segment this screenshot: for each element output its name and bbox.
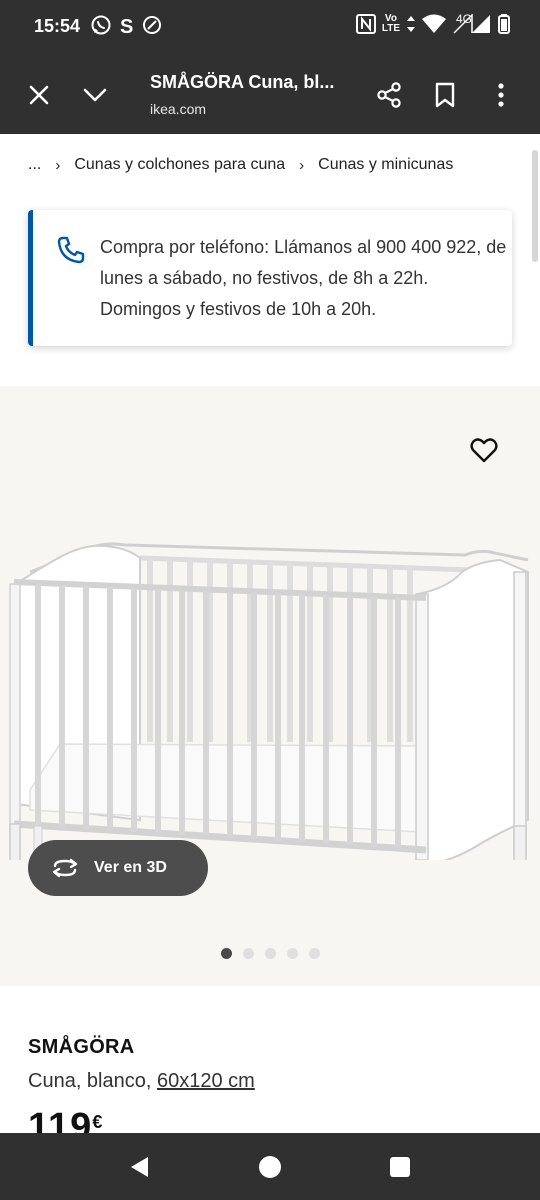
crib-product-image [9, 542, 529, 860]
nfc-icon [355, 14, 376, 34]
recents-icon[interactable] [386, 1153, 414, 1181]
product-name: SMÅGÖRA [28, 1036, 135, 1058]
data-arrows-icon [406, 15, 416, 33]
gallery-dot-3[interactable] [264, 948, 276, 959]
status-system-icons: Vo LTE 4G [355, 12, 510, 34]
custom-tab-toolbar: SMÅGÖRA Cuna, bl... ikea.com [0, 56, 540, 134]
product-desc-text: Cuna, blanco, [28, 1070, 157, 1092]
breadcrumb-item-cunas-colchones[interactable]: Cunas y colchones para cuna [74, 156, 285, 174]
page-title: SMÅGÖRA Cuna, bl... [150, 72, 335, 92]
product-gallery[interactable]: Ver en 3D [0, 386, 540, 986]
s-app-icon: S [120, 16, 134, 38]
signal-icon: 4G [452, 12, 492, 34]
view-3d-label: Ver en 3D [94, 859, 167, 876]
battery-icon [498, 14, 510, 34]
home-icon[interactable] [256, 1153, 284, 1181]
more-vert-icon[interactable] [484, 78, 518, 112]
breadcrumb-item-cunas-minicunas[interactable]: Cunas y minicunas [318, 156, 453, 174]
phone-icon [55, 234, 87, 266]
leaf-app-icon [141, 14, 163, 41]
status-bar: 15:54 S Vo LTE 4G [0, 0, 540, 56]
rotate-3d-icon [50, 857, 80, 879]
whatsapp-icon [90, 14, 112, 41]
gallery-pagination [0, 948, 540, 959]
breadcrumb-ellipsis[interactable]: ... [28, 156, 41, 174]
gallery-dot-1[interactable] [220, 948, 232, 959]
chevron-right-icon: › [299, 156, 305, 174]
volte-icon: Vo LTE [381, 13, 400, 34]
bookmark-icon[interactable] [428, 78, 462, 112]
back-icon[interactable] [126, 1153, 154, 1181]
price-currency: € [92, 1112, 104, 1132]
view-3d-button[interactable]: Ver en 3D [28, 840, 208, 896]
phone-info-text: Compra por teléfono: Llámanos al 900 400… [100, 237, 507, 319]
product-description: Cuna, blanco, 60x120 cm [28, 1070, 255, 1093]
scrollbar[interactable] [532, 150, 538, 262]
wifi-icon [422, 14, 446, 34]
gallery-dot-5[interactable] [308, 948, 320, 959]
close-icon[interactable] [22, 78, 56, 112]
phone-info-banner: Compra por teléfono: Llámanos al 900 400… [28, 210, 512, 346]
page-url: ikea.com [150, 101, 207, 117]
status-time: 15:54 [34, 16, 81, 36]
chevron-down-icon[interactable] [78, 78, 112, 112]
gallery-dot-4[interactable] [286, 948, 298, 959]
network-label: 4G [456, 12, 473, 26]
gallery-dot-2[interactable] [242, 948, 254, 959]
breadcrumb: ... › Cunas y colchones para cuna › Cuna… [28, 156, 453, 174]
chevron-right-icon: › [55, 156, 61, 174]
status-notification-icons: S [90, 14, 163, 41]
heart-icon[interactable] [466, 432, 502, 468]
product-size-link[interactable]: 60x120 cm [157, 1070, 255, 1092]
share-icon[interactable] [372, 78, 406, 112]
system-nav-bar [0, 1133, 540, 1200]
